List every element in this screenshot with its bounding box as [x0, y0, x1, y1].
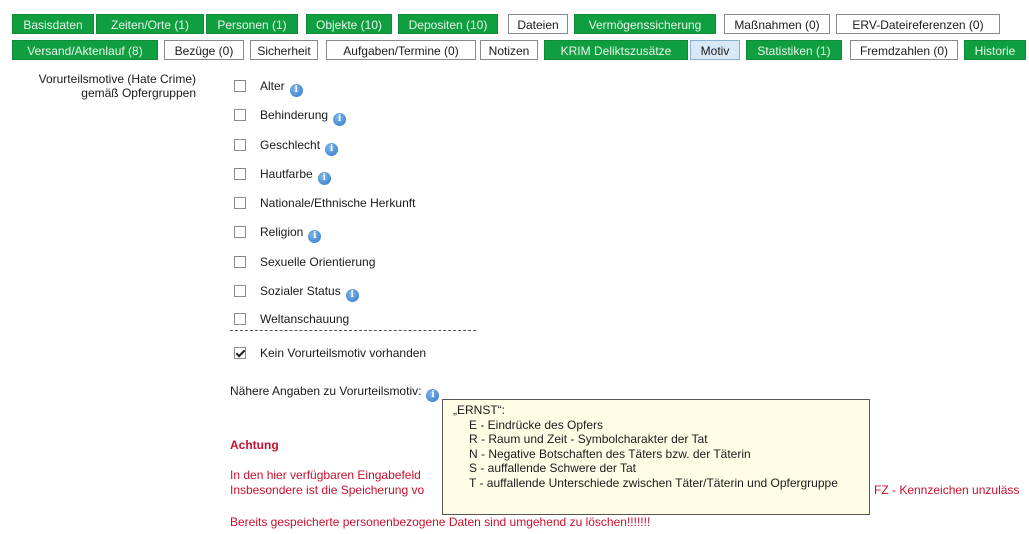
motive-label-nationale-ethnische-herkunft: Nationale/Ethnische Herkunft [260, 196, 416, 210]
info-icon[interactable]: i [345, 289, 359, 302]
motive-checkbox-weltanschauung[interactable] [234, 313, 246, 325]
tab-statistiken[interactable]: Statistiken (1) [746, 40, 842, 60]
tooltip-line-e: E - Eindrücke des Opfers [469, 417, 604, 432]
tab-motiv[interactable]: Motiv [690, 40, 740, 60]
motive-label-alter: Alter [260, 79, 285, 93]
motive-checkbox-sozialer-status[interactable] [234, 285, 246, 297]
motive-checkbox-sexuelle-orientierung[interactable] [234, 256, 246, 268]
details-label-row: Nähere Angaben zu Vorurteilsmotiv: i [230, 384, 440, 402]
motive-checkbox-behinderung[interactable] [234, 109, 246, 121]
motive-label-hautfarbe: Hautfarbe [260, 167, 313, 181]
tooltip-line-n: N - Negative Botschaften des Täters bzw.… [469, 446, 751, 461]
info-icon[interactable]: i [325, 143, 339, 156]
info-icon[interactable]: i [426, 389, 440, 402]
tab-historie[interactable]: Historie [964, 40, 1026, 60]
warning-heading: Achtung [230, 438, 279, 452]
motive-label-religion: Religion [260, 225, 304, 239]
tooltip-title: „ERNST“: [453, 403, 505, 417]
motive-checkbox-hautfarbe[interactable] [234, 168, 246, 180]
motive-checkbox-geschlecht[interactable] [234, 139, 246, 151]
warning-line-3: Bereits gespeicherte personenbezogene Da… [230, 515, 651, 529]
tab-dateien[interactable]: Dateien [508, 14, 568, 34]
info-icon[interactable]: i [333, 113, 347, 126]
tab-vermoegenssicherung[interactable]: Vermögenssicherung [574, 14, 716, 34]
no-motive-checkbox[interactable] [234, 347, 246, 359]
motive-label-behinderung: Behinderung [260, 108, 329, 122]
tooltip-line-t: T - auffallende Unterschiede zwischen Tä… [469, 475, 838, 490]
warning-line-1: In den hier verfügbaren Eingabefeld [230, 468, 421, 482]
motive-label-sozialer-status: Sozialer Status [260, 284, 341, 298]
tab-erv-dateireferenzen[interactable]: ERV-Dateireferenzen (0) [836, 14, 1000, 34]
info-icon[interactable]: i [289, 84, 303, 97]
motive-checkbox-nationale-ethnische-herkunft[interactable] [234, 197, 246, 209]
tooltip-line-r: R - Raum und Zeit - Symbolcharakter der … [469, 432, 708, 446]
options-divider [230, 330, 476, 331]
tab-krim-deliktszusaetze[interactable]: KRIM Deliktszusätze [544, 40, 688, 60]
tab-versand-aktenlauf[interactable]: Versand/Aktenlauf (8) [12, 40, 158, 60]
details-label: Nähere Angaben zu Vorurteilsmotiv: [230, 384, 422, 398]
tab-sicherheit[interactable]: Sicherheit [250, 40, 318, 60]
info-icon[interactable]: i [317, 172, 331, 185]
warning-line-2-start: Insbesondere ist die Speicherung vo [230, 483, 425, 497]
hate-crime-group-label: Vorurteilsmotive (Hate Crime) gemäß Opfe… [38, 72, 196, 100]
tooltip-line-s: S - auffallende Schwere der Tat [469, 461, 636, 475]
tab-basisdaten[interactable]: Basisdaten [12, 14, 94, 34]
motive-label-geschlecht: Geschlecht [260, 138, 321, 152]
ernst-tooltip: „ERNST“: E - Eindrücke des Opfers R - Ra… [442, 399, 870, 515]
motive-label-weltanschauung: Weltanschauung [260, 312, 350, 326]
no-motive-label: Kein Vorurteilsmotiv vorhanden [260, 346, 427, 360]
tab-massnahmen[interactable]: Maßnahmen (0) [724, 14, 830, 34]
motive-checkbox-alter[interactable] [234, 80, 246, 92]
warning-line-2-end: FZ - Kennzeichen unzuläss [874, 483, 1020, 497]
tab-bezuege[interactable]: Bezüge (0) [164, 40, 244, 60]
tab-personen[interactable]: Personen (1) [206, 14, 298, 34]
tab-aufgaben-termine[interactable]: Aufgaben/Termine (0) [326, 40, 476, 60]
tab-depositen[interactable]: Depositen (10) [398, 14, 498, 34]
motive-label-sexuelle-orientierung: Sexuelle Orientierung [260, 255, 376, 269]
tab-fremdzahlen[interactable]: Fremdzahlen (0) [850, 40, 958, 60]
info-icon[interactable]: i [308, 230, 322, 243]
tab-notizen[interactable]: Notizen [480, 40, 538, 60]
tab-zeiten-orte[interactable]: Zeiten/Orte (1) [96, 14, 204, 34]
tab-objekte[interactable]: Objekte (10) [306, 14, 392, 34]
motive-checkbox-religion[interactable] [234, 226, 246, 238]
